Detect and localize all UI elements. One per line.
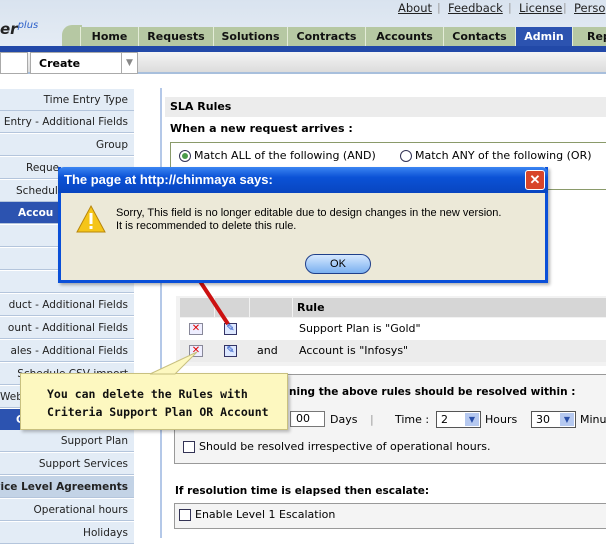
close-icon[interactable]: ✕ <box>525 170 545 190</box>
ok-button[interactable]: OK <box>305 254 371 274</box>
dialog-title: The page at http://chinmaya says: ✕ <box>58 167 548 193</box>
warning-icon <box>76 204 106 233</box>
alert-dialog: The page at http://chinmaya says: ✕ Sorry… <box>58 167 548 283</box>
dialog-message: Sorry, This field is no longer editable … <box>116 207 502 232</box>
callout-pointer <box>149 351 198 375</box>
